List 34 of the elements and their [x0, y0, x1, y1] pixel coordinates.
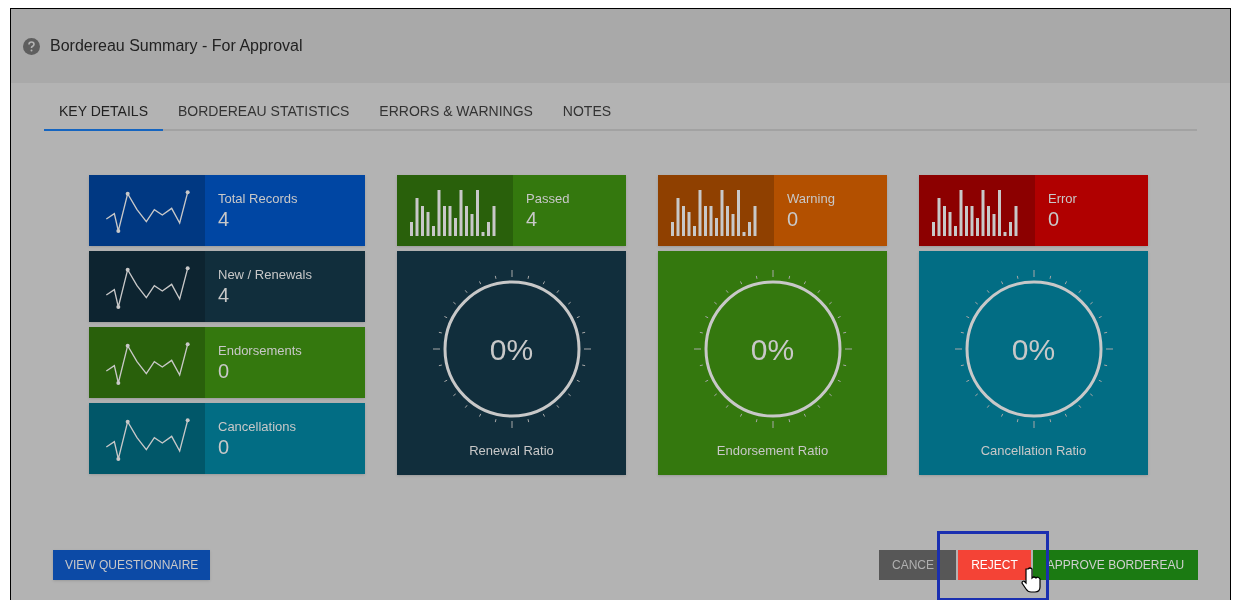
tile-value: 4	[218, 282, 231, 307]
tile-value: 0	[218, 434, 231, 459]
gauge-value: 0%	[750, 331, 795, 368]
tile-value: 4	[526, 206, 539, 231]
tile-label: Cancellations	[218, 418, 297, 435]
tab[interactable]: NOTES	[547, 93, 627, 131]
tile-value: 0	[787, 206, 800, 231]
tab[interactable]: BORDEREAU STATISTICS	[162, 93, 365, 131]
tile-value: 0	[1048, 206, 1061, 231]
gauge-ring-icon	[953, 269, 1114, 429]
tile-value: 0	[218, 358, 231, 383]
hand-cursor-icon	[1021, 567, 1043, 593]
help-icon[interactable]	[23, 37, 40, 55]
gauge-label: Renewal Ratio	[469, 442, 554, 460]
tab[interactable]: ERRORS & WARNINGS	[364, 93, 548, 131]
tab[interactable]: KEY DETAILS	[44, 93, 163, 131]
reject-button[interactable]: REJECT	[958, 550, 1031, 580]
gauge-value: 0%	[1011, 331, 1056, 368]
gauge-ring-icon	[692, 269, 853, 429]
tile-value: 4	[218, 206, 231, 231]
gauge-value: 0%	[489, 331, 534, 368]
gauge-label: Endorsement Ratio	[716, 442, 829, 460]
view-questionnaire-button[interactable]: VIEW QUESTIONNAIRE	[53, 550, 211, 580]
gauge-label: Cancellation Ratio	[980, 442, 1087, 460]
tile-label: New / Renewals	[218, 266, 312, 283]
tile-label: Passed	[526, 190, 570, 207]
tile-label: Total Records	[218, 190, 298, 207]
tile-label: Error	[1048, 190, 1077, 207]
tile-label: Warning	[787, 190, 835, 207]
cancel-button[interactable]: CANCE	[879, 550, 956, 580]
gauge-ring-icon	[431, 269, 592, 429]
window-title: Bordereau Summary - For Approval	[50, 36, 303, 56]
approve-button[interactable]: APPROVE BORDEREAU	[1033, 550, 1198, 580]
tile-label: Endorsements	[218, 342, 302, 359]
